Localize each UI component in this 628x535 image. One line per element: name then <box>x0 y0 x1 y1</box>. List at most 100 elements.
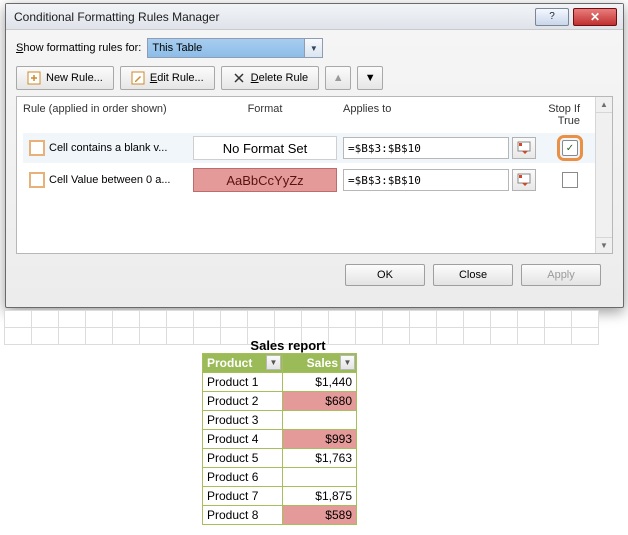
cell[interactable] <box>329 311 356 328</box>
cell[interactable] <box>167 311 194 328</box>
cell[interactable] <box>113 311 140 328</box>
window-close-button[interactable]: ✕ <box>573 8 617 26</box>
filter-icon[interactable]: ▼ <box>266 355 281 370</box>
table-row[interactable]: Product 5$1,763 <box>203 449 357 468</box>
cell[interactable] <box>275 311 302 328</box>
col-sales[interactable]: Sales ▼ <box>283 354 357 373</box>
table-row[interactable]: Product 3 <box>203 411 357 430</box>
cell-product[interactable]: Product 7 <box>203 487 283 506</box>
cell-product[interactable]: Product 8 <box>203 506 283 525</box>
cell-product[interactable]: Product 5 <box>203 449 283 468</box>
table-row[interactable]: Product 7$1,875 <box>203 487 357 506</box>
rules-scrollbar[interactable]: ▲ ▼ <box>595 97 612 253</box>
scope-select[interactable]: This Table ▼ <box>147 38 323 58</box>
new-rule-button[interactable]: New Rule... <box>16 66 114 90</box>
cell[interactable] <box>113 328 140 345</box>
move-down-button[interactable]: ▼ <box>357 66 383 90</box>
arrow-up-icon: ▲ <box>333 72 344 84</box>
cell[interactable] <box>518 311 545 328</box>
rule-row[interactable]: Cell contains a blank v...No Format Set✓ <box>23 133 606 163</box>
table-row[interactable]: Product 1$1,440 <box>203 373 357 392</box>
close-button[interactable]: Close <box>433 264 513 286</box>
cell[interactable] <box>383 311 410 328</box>
stop-if-true-checkbox[interactable]: ✓ <box>562 140 578 156</box>
cell-sales[interactable]: $993 <box>283 430 357 449</box>
cell[interactable] <box>194 311 221 328</box>
conditional-formatting-dialog: Conditional Formatting Rules Manager ? ✕… <box>5 3 624 308</box>
cell-product[interactable]: Product 6 <box>203 468 283 487</box>
apply-button[interactable]: Apply <box>521 264 601 286</box>
applies-to-input[interactable] <box>343 169 509 191</box>
move-up-button[interactable]: ▲ <box>325 66 351 90</box>
range-picker-button[interactable] <box>512 169 536 191</box>
cell-product[interactable]: Product 1 <box>203 373 283 392</box>
cell[interactable] <box>59 328 86 345</box>
cell[interactable] <box>383 328 410 345</box>
cell[interactable] <box>86 311 113 328</box>
table-row[interactable]: Product 2$680 <box>203 392 357 411</box>
rule-text: Cell Value between 0 a... <box>49 174 191 186</box>
report-title: Sales report <box>202 338 374 353</box>
delete-rule-button[interactable]: Delete Rule Delete Rule <box>221 66 320 90</box>
cell[interactable] <box>491 328 518 345</box>
cell-sales[interactable]: $680 <box>283 392 357 411</box>
cell[interactable] <box>221 311 248 328</box>
cell[interactable] <box>437 311 464 328</box>
new-rule-icon <box>27 71 41 85</box>
cell[interactable] <box>5 328 32 345</box>
cell[interactable] <box>5 311 32 328</box>
cell[interactable] <box>32 328 59 345</box>
rule-icon <box>29 172 45 188</box>
cell[interactable] <box>491 311 518 328</box>
cell[interactable] <box>410 311 437 328</box>
ok-button[interactable]: OK <box>345 264 425 286</box>
table-row[interactable]: Product 6 <box>203 468 357 487</box>
cell-product[interactable]: Product 4 <box>203 430 283 449</box>
col-product[interactable]: Product ▼ <box>203 354 283 373</box>
cell[interactable] <box>545 328 572 345</box>
help-button[interactable]: ? <box>535 8 569 26</box>
cell-sales[interactable]: $589 <box>283 506 357 525</box>
cell[interactable] <box>464 311 491 328</box>
cell[interactable] <box>464 328 491 345</box>
filter-icon[interactable]: ▼ <box>340 355 355 370</box>
cell-product[interactable]: Product 3 <box>203 411 283 430</box>
cell[interactable] <box>86 328 113 345</box>
cell-sales[interactable]: $1,875 <box>283 487 357 506</box>
cell[interactable] <box>140 311 167 328</box>
toolbar: New Rule... Edit Rule... Edit Rule... De… <box>16 66 613 90</box>
range-picker-button[interactable] <box>512 137 536 159</box>
table-row[interactable]: Product 4$993 <box>203 430 357 449</box>
cell[interactable] <box>356 311 383 328</box>
cell-sales[interactable] <box>283 468 357 487</box>
edit-rule-button[interactable]: Edit Rule... Edit Rule... <box>120 66 215 90</box>
cell[interactable] <box>302 311 329 328</box>
titlebar[interactable]: Conditional Formatting Rules Manager ? ✕ <box>6 4 623 30</box>
cell-product[interactable]: Product 2 <box>203 392 283 411</box>
delete-icon <box>232 71 246 85</box>
cell[interactable] <box>545 311 572 328</box>
cell[interactable] <box>167 328 194 345</box>
cell[interactable] <box>437 328 464 345</box>
cell[interactable] <box>572 311 599 328</box>
cell-sales[interactable] <box>283 411 357 430</box>
cell[interactable] <box>410 328 437 345</box>
cell[interactable] <box>572 328 599 345</box>
cell[interactable] <box>32 311 59 328</box>
rule-row[interactable]: Cell Value between 0 a...AaBbCcYyZz <box>23 165 606 195</box>
cell[interactable] <box>59 311 86 328</box>
cell[interactable] <box>248 311 275 328</box>
scroll-down-icon[interactable]: ▼ <box>596 237 612 253</box>
col-format: Format <box>191 103 339 127</box>
stop-if-true-checkbox[interactable] <box>562 172 578 188</box>
table-row[interactable]: Product 8$589 <box>203 506 357 525</box>
cell-sales[interactable]: $1,763 <box>283 449 357 468</box>
rule-icon <box>29 140 45 156</box>
chevron-down-icon[interactable]: ▼ <box>304 39 322 57</box>
applies-to-input[interactable] <box>343 137 509 159</box>
scope-value: This Table <box>152 42 202 54</box>
cell[interactable] <box>140 328 167 345</box>
cell-sales[interactable]: $1,440 <box>283 373 357 392</box>
scroll-up-icon[interactable]: ▲ <box>596 97 612 113</box>
cell[interactable] <box>518 328 545 345</box>
